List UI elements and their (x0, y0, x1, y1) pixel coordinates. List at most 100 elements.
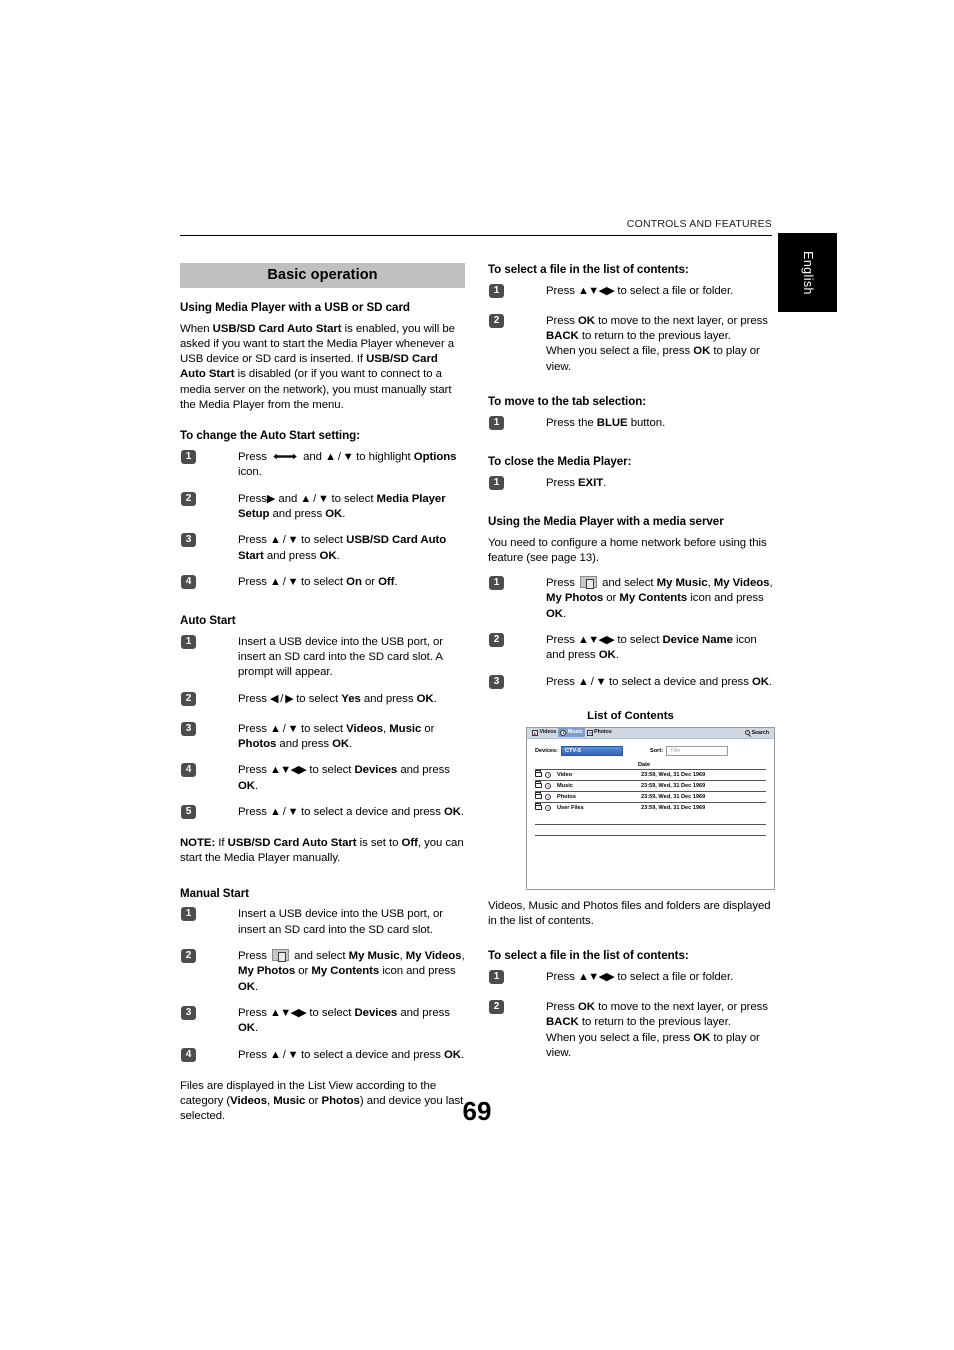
disc-icon (545, 793, 551, 800)
step-badge: 3 (181, 721, 196, 736)
heading-auto-start: Auto Start (180, 613, 236, 627)
row-name: Video (557, 771, 573, 778)
note-label: NOTE: (180, 837, 216, 850)
arrow-glyphs: ▲ / ▼ (269, 722, 299, 735)
text-bold: OK (751, 675, 769, 688)
list-item: 1 Press ▲▼◀▶ to select a file or folder. (488, 969, 773, 989)
video-icon (532, 729, 538, 736)
text-frag: . (563, 607, 567, 620)
text-frag: to select (306, 764, 355, 777)
arrow-glyphs: ▲▼◀▶ (577, 284, 615, 297)
text-frag: to return to the previous layer. (578, 330, 731, 343)
text-frag: and press (360, 692, 417, 705)
row-name: Music (557, 782, 573, 789)
text-frag: . (342, 507, 346, 520)
figure-tab-label: Photos (594, 729, 612, 736)
text-bold: My Music (348, 949, 400, 962)
table-row[interactable]: User Files 23:59, Wed, 31 Dec 1969 (535, 801, 766, 813)
text-frag: When (180, 322, 213, 335)
text-frag: icon and press (379, 965, 456, 978)
list-item: 3 Press ▲ / ▼ to select a device and pre… (488, 674, 773, 694)
figure-tab-videos[interactable]: Videos (530, 728, 558, 737)
figure-tab-bar: Videos Music Photos Search (527, 727, 774, 739)
arrow-glyphs: ▲ / ▼ (269, 1048, 299, 1061)
arrow-glyphs: ▲▼◀▶ (269, 764, 307, 777)
text-frag: Press (546, 1000, 578, 1013)
heading-move-tab-selection: To move to the tab selection: (488, 395, 647, 409)
arrow-glyphs: ▲ / ▼ (269, 806, 299, 819)
table-row[interactable]: Music 23:59, Wed, 31 Dec 1969 (535, 779, 766, 791)
list-item: 1 Press ▲▼◀▶ to select a file or folder. (488, 283, 773, 303)
step-badge: 4 (181, 1047, 196, 1062)
figure-search-button[interactable]: Search (745, 730, 771, 736)
step-badge: 5 (181, 805, 196, 820)
text-frag: and (299, 450, 326, 463)
row-date: 23:59, Wed, 31 Dec 1969 (641, 782, 706, 789)
figure-tab-label: Music (567, 729, 583, 736)
text-frag: and press (397, 1006, 450, 1019)
step-badge: 3 (181, 533, 196, 548)
steps-move-tab-selection: 1 Press the BLUE button. (488, 415, 773, 435)
table-row[interactable]: Video 23:59, Wed, 31 Dec 1969 (535, 768, 766, 780)
sort-label: Sort: (650, 747, 664, 754)
text-bold: My Videos (713, 577, 770, 590)
text-bold: On (346, 575, 362, 588)
figure-controls-row: Devices: CTV-5 Sort: Title Date (527, 745, 774, 768)
text-frag: , (461, 949, 465, 962)
arrow-glyphs: ▲ / ▼ (269, 575, 299, 588)
step-badge: 1 (489, 969, 504, 984)
text-bold: BACK (546, 1016, 579, 1029)
text-frag: to select (297, 722, 347, 735)
list-item: 4 Press ▲▼◀▶ to select Devices and press… (180, 763, 465, 794)
text-bold: OK (598, 649, 616, 662)
text-bold: Off (401, 837, 418, 850)
heading-media-server: Using the Media Player with a media serv… (488, 514, 724, 528)
list-item: 5 Press ▲ / ▼ to select a device and pre… (180, 805, 465, 824)
folder-icon (535, 770, 542, 778)
text-bold: USB/SD Card Auto Start (212, 322, 342, 335)
step-badge: 1 (181, 634, 196, 649)
text-frag: Press (238, 492, 267, 505)
text-frag: If (215, 837, 228, 850)
figure-caption: Videos, Music and Photos files and folde… (488, 899, 771, 927)
text-bold: EXIT (577, 476, 604, 489)
list-item: 1 Press the BLUE button. (488, 415, 773, 435)
figure-search-label: Search (751, 729, 769, 736)
table-row[interactable]: Photos 23:59, Wed, 31 Dec 1969 (535, 790, 766, 802)
heading-manual-start: Manual Start (180, 886, 249, 900)
text-frag: button. (627, 416, 666, 429)
text-frag: . (255, 980, 259, 993)
step-badge: 2 (181, 948, 196, 963)
disc-icon (545, 771, 551, 778)
text-frag: and press (269, 507, 326, 520)
figure-title: List of Contents (587, 709, 674, 722)
list-item: 2 Press OK to move to the next layer, or… (488, 999, 773, 1061)
text-frag: Press (546, 675, 578, 688)
text-bold: OK (546, 607, 563, 620)
text-frag: and press (397, 764, 450, 777)
step-badge: 1 (181, 449, 196, 464)
text-frag: to select (297, 534, 347, 547)
paragraph-media-server-intro: You need to configure a home network bef… (488, 536, 767, 564)
heading-select-file-2: To select a file in the list of contents… (488, 949, 689, 963)
list-of-contents-screenshot: Videos Music Photos Search Devices: CTV-… (526, 726, 775, 890)
text-frag: Press (238, 450, 270, 463)
text-frag: Press (238, 764, 270, 777)
devices-select[interactable]: CTV-5 (561, 745, 624, 756)
running-head: CONTROLS AND FEATURES (626, 218, 772, 230)
text-bold: My Music (656, 577, 708, 590)
sort-input[interactable]: Title (666, 745, 729, 756)
text-frag: . (255, 1022, 259, 1035)
text-bold: OK (693, 1031, 711, 1044)
photo-icon (586, 729, 593, 736)
heading-using-media-player-usb: Using Media Player with a USB or SD card (180, 301, 410, 314)
steps-auto-start: 1 Insert a USB device into the USB port,… (180, 634, 465, 824)
text-frag: to return to the previous layer. (578, 1016, 731, 1029)
figure-tab-music[interactable]: Music (558, 728, 585, 738)
music-disc-icon (560, 729, 567, 736)
header-rule (180, 235, 772, 236)
figure-tab-photos[interactable]: Photos (585, 728, 614, 737)
list-item: 1 Insert a USB device into the USB port,… (180, 907, 465, 938)
list-item: 4 Press ▲ / ▼ to select On or Off. (180, 574, 465, 594)
figure-device-sort-row: Devices: CTV-5 Sort: Title (535, 745, 766, 756)
